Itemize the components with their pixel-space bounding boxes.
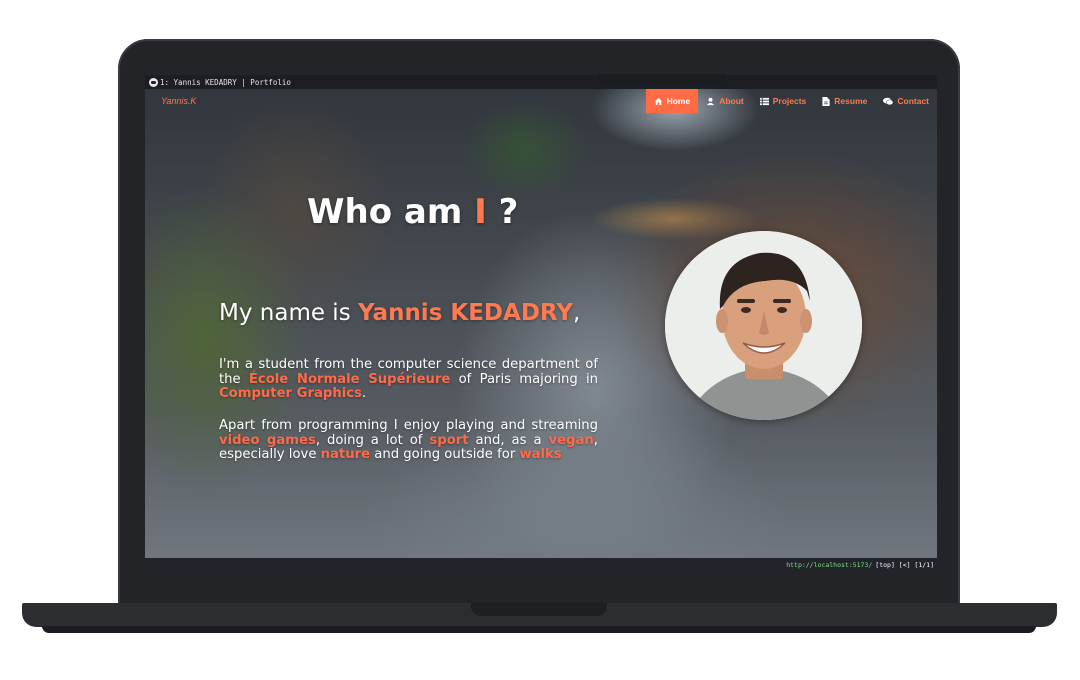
list-icon — [759, 97, 769, 105]
title-accent: I — [474, 192, 487, 232]
browser-tab-bar: 1: Yannis KEDADRY | Portfolio — [145, 75, 937, 89]
intro-prefix: My name is — [219, 300, 358, 326]
nav-item-home[interactable]: Home — [645, 89, 699, 113]
nav-item-label: About — [719, 96, 744, 106]
laptop-screen: 1: Yannis KEDADRY | Portfolio Yannis.K H… — [145, 75, 937, 572]
title-suffix: ? — [486, 192, 519, 232]
page-viewport: Yannis.K Home About Projects Resume Cont… — [145, 89, 937, 558]
laptop-hinge-notch — [471, 603, 607, 616]
nav-item-projects[interactable]: Projects — [752, 89, 815, 113]
home-icon — [654, 97, 662, 105]
page-title: Who am I ? — [307, 192, 518, 232]
intro-line: My name is Yannis KEDADRY, — [219, 300, 580, 326]
nav-item-contact[interactable]: Contact — [875, 89, 937, 113]
p2-text: and going outside for — [370, 447, 520, 463]
user-icon — [707, 97, 715, 105]
p2-text: and, as a — [468, 432, 549, 448]
nav-item-about[interactable]: About — [698, 89, 752, 113]
p1-text: of Paris majoring in — [450, 371, 598, 387]
intro-name: Yannis KEDADRY — [358, 300, 574, 326]
brand-logo[interactable]: Yannis.K — [161, 96, 196, 106]
document-icon — [822, 96, 830, 106]
status-url: http://localhost:5173/ — [786, 561, 873, 569]
p2-text: , doing a lot of — [315, 432, 430, 448]
browser-status-bar: http://localhost:5173/ [top] [<] [1/1] — [145, 558, 937, 572]
bio-paragraph-2: Apart from programming I enjoy playing a… — [219, 418, 598, 463]
nav-item-resume[interactable]: Resume — [814, 89, 875, 113]
title-prefix: Who am — [307, 192, 475, 232]
bio-paragraph-1: I'm a student from the computer science … — [219, 357, 598, 402]
p2-highlight: nature — [320, 447, 371, 463]
nav-menu: Home About Projects Resume Contact — [645, 89, 937, 113]
profile-photo — [665, 231, 862, 420]
status-position: [top] [<] [1/1] — [875, 561, 934, 569]
camera-notch — [598, 74, 726, 82]
navbar: Yannis.K Home About Projects Resume Cont… — [145, 89, 937, 113]
p2-highlight: vegan — [548, 432, 594, 448]
p2-highlight: sport — [429, 432, 469, 448]
browser-tab-title[interactable]: 1: Yannis KEDADRY | Portfolio — [160, 78, 291, 87]
chat-icon — [883, 97, 894, 105]
p2-highlight: walks — [519, 447, 562, 463]
p1-highlight: École Normale Supérieure — [248, 371, 451, 387]
p2-text: Apart from programming I enjoy playing a… — [219, 418, 598, 433]
nav-item-label: Projects — [772, 96, 807, 106]
nav-item-label: Resume — [834, 96, 868, 106]
p2-highlight: video games — [219, 432, 316, 448]
nav-item-label: Contact — [897, 96, 929, 106]
laptop-base-shadow — [42, 626, 1036, 633]
nav-item-label: Home — [666, 96, 691, 106]
profile-portrait-graphic — [665, 231, 862, 420]
intro-suffix: , — [573, 300, 581, 326]
p1-highlight: Computer Graphics — [219, 386, 362, 402]
p1-text: . — [361, 386, 367, 402]
browser-logo-icon — [149, 77, 158, 87]
